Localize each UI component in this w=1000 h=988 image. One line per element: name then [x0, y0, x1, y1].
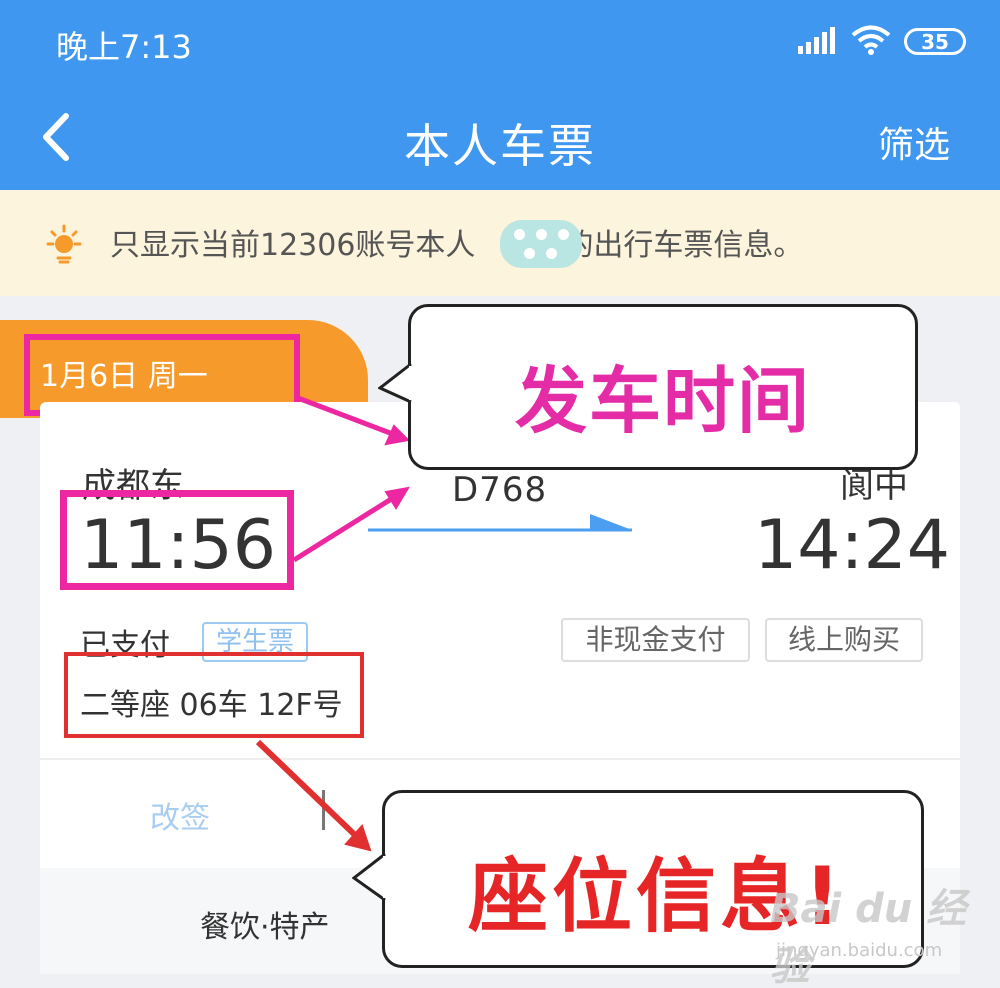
- notice-text: 只显示当前12306账号本人 的出行车票信息。: [110, 220, 803, 264]
- redacted-name-mask: [500, 220, 582, 268]
- baidu-watermark: Bai du 经验: [770, 886, 967, 988]
- card-divider: [40, 758, 960, 760]
- battery-level: 35: [921, 29, 949, 54]
- status-bar: 晚上7:13 35: [0, 0, 1000, 84]
- notice-text-after: 的出行车票信息。: [563, 228, 804, 263]
- baidu-watermark-url: jingyan.baidu.com: [776, 940, 943, 961]
- action-divider: [322, 790, 325, 830]
- change-ticket-button[interactable]: 改签: [150, 793, 210, 837]
- signal-icon: [798, 27, 835, 54]
- wifi-icon: [851, 25, 891, 55]
- tag-online-purchase: 线上购买: [765, 618, 923, 662]
- arrive-time: 14:24: [754, 506, 950, 585]
- food-specialty-link[interactable]: 餐饮·特产: [200, 902, 330, 946]
- battery-indicator: 35: [904, 28, 966, 55]
- status-time: 晚上7:13: [56, 28, 192, 66]
- seat-highlight-box: [64, 652, 364, 738]
- time-highlight-box: [60, 490, 294, 590]
- notice-text-before: 只显示当前12306账号本人: [110, 228, 476, 263]
- route-arrow-icon: [368, 514, 632, 532]
- callout-departure-label: 发车时间: [515, 359, 812, 443]
- filter-button[interactable]: 筛选: [878, 116, 950, 168]
- tag-cashless: 非现金支付: [561, 618, 750, 662]
- page-title: 本人车票: [404, 119, 596, 173]
- sun-icon: [46, 224, 82, 264]
- callout-tail: [352, 852, 386, 902]
- nav-bar: 本人车票 筛选: [0, 84, 1000, 190]
- train-number: D768: [452, 470, 548, 510]
- callout-tail: [378, 362, 412, 404]
